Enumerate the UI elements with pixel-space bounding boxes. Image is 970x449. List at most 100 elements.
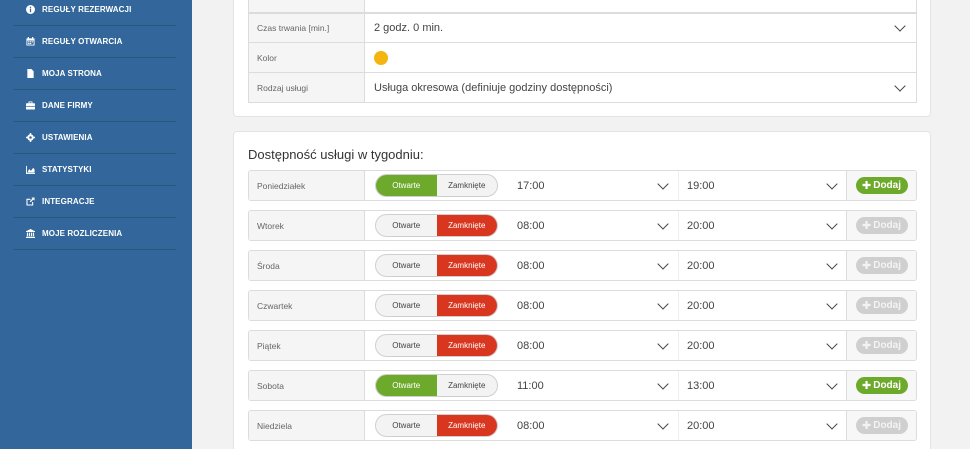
- to-time-select[interactable]: 20:00: [678, 331, 846, 360]
- closed-option[interactable]: Zamknięte: [436, 415, 497, 436]
- service-type-label: Rodzaj usługi: [249, 73, 365, 102]
- from-time-select[interactable]: 08:00: [509, 251, 677, 280]
- external-link-icon: [22, 194, 38, 210]
- to-time-select[interactable]: 20:00: [678, 291, 846, 320]
- add-hours-button[interactable]: ✚ Dodaj: [855, 177, 908, 194]
- plus-icon: ✚: [862, 380, 872, 392]
- to-time-select[interactable]: 13:00: [678, 371, 846, 400]
- sidebar-item-my-billing[interactable]: MOJE ROZLICZENIA: [14, 218, 176, 250]
- sidebar: REGUŁY REZERWACJI REGUŁY OTWARCIA MOJA S…: [0, 0, 192, 449]
- add-hours-button[interactable]: ✚ Dodaj: [855, 257, 908, 274]
- service-type-row: Rodzaj usługi Usługa okresowa (definiuje…: [248, 72, 917, 103]
- to-time-select[interactable]: 20:00: [678, 411, 846, 440]
- duration-label: Czas trwania [min.]: [249, 14, 365, 42]
- duration-value: 2 godz. 0 min.: [374, 22, 444, 34]
- from-time-select[interactable]: 08:00: [509, 291, 677, 320]
- closed-option[interactable]: Zamknięte: [436, 335, 497, 356]
- sidebar-item-label: DANE FIRMY: [42, 101, 93, 110]
- from-time-select[interactable]: 08:00: [509, 411, 677, 440]
- add-hours-button[interactable]: ✚ Dodaj: [855, 337, 908, 354]
- color-swatch[interactable]: [374, 50, 388, 65]
- add-label: Dodaj: [873, 420, 901, 431]
- sidebar-item-label: REGUŁY REZERWACJI: [42, 5, 132, 14]
- chevron-down-icon: [657, 417, 669, 430]
- add-label: Dodaj: [873, 260, 901, 271]
- from-time-select[interactable]: 11:00: [509, 371, 677, 400]
- to-time-value: 19:00: [687, 179, 715, 192]
- open-option[interactable]: Otwarte: [376, 175, 437, 196]
- add-hours-button[interactable]: ✚ Dodaj: [855, 377, 908, 394]
- sidebar-item-label: INTEGRACJE: [42, 197, 95, 206]
- day-row: Wtorek Otwarte Zamknięte 08:00 20:00 ✚ Dodaj: [248, 210, 917, 241]
- day-label: Czwartek: [249, 291, 365, 320]
- to-time-select[interactable]: 20:00: [678, 211, 846, 240]
- plus-icon: ✚: [862, 340, 872, 352]
- closed-option[interactable]: Zamknięte: [436, 295, 497, 316]
- from-time-select[interactable]: 08:00: [509, 211, 677, 240]
- from-time-value: 11:00: [517, 379, 544, 392]
- to-time-select[interactable]: 19:00: [678, 171, 846, 200]
- open-closed-toggle[interactable]: Otwarte Zamknięte: [375, 174, 498, 197]
- open-option[interactable]: Otwarte: [376, 255, 437, 276]
- chevron-down-icon: [657, 337, 669, 350]
- sidebar-item-label: USTAWIENIA: [42, 133, 93, 142]
- chevron-down-icon: [826, 417, 838, 430]
- from-time-value: 08:00: [517, 419, 545, 432]
- chevron-down-icon: [826, 177, 838, 190]
- sidebar-item-label: REGUŁY OTWARCIA: [42, 37, 123, 46]
- day-label: Poniedziałek: [249, 171, 365, 200]
- from-time-select[interactable]: 08:00: [509, 331, 677, 360]
- open-option[interactable]: Otwarte: [376, 215, 437, 236]
- sidebar-item-company-data[interactable]: DANE FIRMY: [14, 90, 176, 122]
- color-picker[interactable]: [365, 43, 916, 72]
- sidebar-item-integrations[interactable]: INTEGRACJE: [14, 186, 176, 218]
- service-type-select[interactable]: Usługa okresowa (definiuje godziny dostę…: [365, 73, 916, 102]
- area-chart-icon: [22, 162, 38, 178]
- plus-icon: ✚: [862, 260, 872, 272]
- add-hours-button[interactable]: ✚ Dodaj: [855, 217, 908, 234]
- from-time-select[interactable]: 17:00: [509, 171, 677, 200]
- to-time-value: 20:00: [687, 339, 715, 352]
- open-option[interactable]: Otwarte: [376, 295, 437, 316]
- briefcase-icon: [22, 98, 38, 114]
- chevron-down-icon: [826, 377, 838, 390]
- open-closed-toggle[interactable]: Otwarte Zamknięte: [375, 334, 498, 357]
- open-closed-toggle[interactable]: Otwarte Zamknięte: [375, 414, 498, 437]
- open-closed-toggle[interactable]: Otwarte Zamknięte: [375, 254, 498, 277]
- add-hours-button[interactable]: ✚ Dodaj: [855, 297, 908, 314]
- sidebar-item-my-page[interactable]: MOJA STRONA: [14, 58, 176, 90]
- open-option[interactable]: Otwarte: [376, 375, 437, 396]
- day-label: Niedziela: [249, 411, 365, 440]
- bank-icon: [22, 226, 38, 242]
- from-time-value: 08:00: [517, 259, 545, 272]
- open-closed-toggle[interactable]: Otwarte Zamknięte: [375, 294, 498, 317]
- sidebar-item-opening-rules[interactable]: REGUŁY OTWARCIA: [14, 26, 176, 58]
- sidebar-item-settings[interactable]: USTAWIENIA: [14, 122, 176, 154]
- closed-option[interactable]: Zamknięte: [436, 255, 497, 276]
- chevron-down-icon: [657, 257, 669, 270]
- chevron-down-icon: [657, 297, 669, 310]
- service-form-panel: Czas trwania [min.] 2 godz. 0 min. Kolor…: [233, 0, 931, 117]
- closed-option[interactable]: Zamknięte: [437, 375, 498, 396]
- chevron-down-icon: [826, 217, 838, 230]
- open-closed-toggle[interactable]: Otwarte Zamknięte: [375, 214, 498, 237]
- closed-option[interactable]: Zamknięte: [437, 175, 498, 196]
- open-closed-toggle[interactable]: Otwarte Zamknięte: [375, 374, 498, 397]
- closed-option[interactable]: Zamknięte: [436, 215, 497, 236]
- to-time-select[interactable]: 20:00: [678, 251, 846, 280]
- add-label: Dodaj: [873, 300, 901, 311]
- day-row: Niedziela Otwarte Zamknięte 08:00 20:00 ✚ Doda…: [248, 410, 917, 441]
- day-row: Sobota Otwarte Zamknięte 11:00 13:00 ✚ Dodaj: [248, 370, 917, 401]
- chevron-down-icon: [826, 257, 838, 270]
- sidebar-item-statistics[interactable]: STATYSTYKI: [14, 154, 176, 186]
- sidebar-item-booking-rules[interactable]: REGUŁY REZERWACJI: [14, 0, 176, 26]
- chevron-down-icon: [657, 177, 669, 190]
- duration-select[interactable]: 2 godz. 0 min.: [365, 14, 916, 42]
- add-hours-button[interactable]: ✚ Dodaj: [855, 417, 908, 434]
- calendar-icon: [22, 34, 38, 50]
- to-time-value: 20:00: [687, 299, 715, 312]
- open-option[interactable]: Otwarte: [376, 335, 437, 356]
- day-row: Czwartek Otwarte Zamknięte 08:00 20:00 ✚ Dodaj: [248, 290, 917, 321]
- open-option[interactable]: Otwarte: [376, 415, 437, 436]
- plus-icon: ✚: [862, 180, 872, 192]
